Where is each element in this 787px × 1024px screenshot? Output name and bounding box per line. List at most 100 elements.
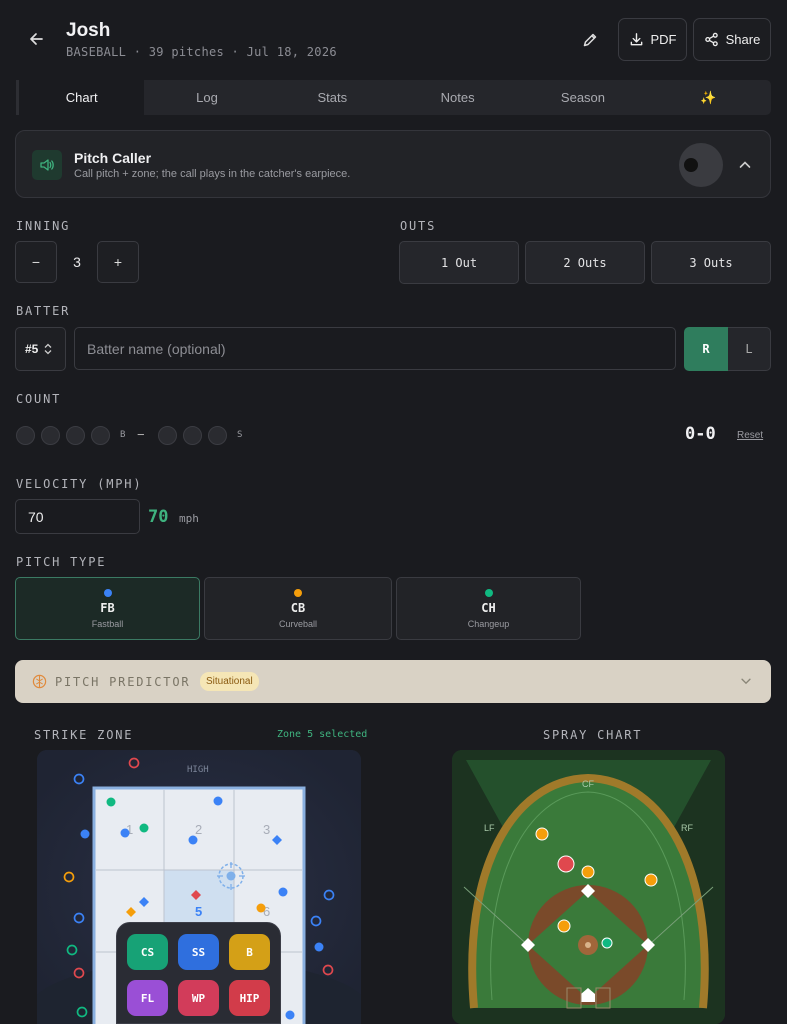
crosshair-icon bbox=[217, 862, 245, 890]
rf-label: RF bbox=[681, 823, 693, 833]
pitch-mark bbox=[310, 915, 322, 927]
batter-name-input[interactable] bbox=[74, 327, 676, 370]
pitch-mark bbox=[120, 828, 130, 838]
spray-chart[interactable]: CF LF RF bbox=[452, 750, 725, 1024]
hit-mark bbox=[581, 865, 595, 879]
changeup-color-dot bbox=[484, 589, 493, 597]
tab-stats[interactable]: Stats bbox=[270, 80, 395, 115]
strike-indicator[interactable] bbox=[208, 426, 227, 445]
lf-label: LF bbox=[484, 823, 495, 833]
back-arrow-icon[interactable] bbox=[24, 26, 50, 52]
inning-decrement-button[interactable]: − bbox=[15, 241, 57, 283]
count-value: 0-0 bbox=[685, 424, 716, 444]
strikes-label: S bbox=[237, 430, 243, 440]
pitch-type-code: FB bbox=[100, 601, 115, 615]
page-title: Josh bbox=[66, 20, 111, 41]
pitch-type-name: Fastball bbox=[91, 619, 124, 629]
pitch-mark bbox=[322, 964, 334, 976]
share-label: Share bbox=[725, 32, 761, 47]
pitch-result-tray: CS SS B FL WP HIP bbox=[116, 922, 281, 1024]
tab-chart[interactable]: Chart bbox=[16, 80, 145, 115]
spray-field-svg bbox=[452, 750, 725, 1024]
header: Josh BASEBALL · 39 pitches · Jul 18, 202… bbox=[0, 0, 787, 80]
velocity-label: VELOCITY (MPH) bbox=[16, 477, 143, 491]
pitch-mark bbox=[213, 796, 223, 806]
pitch-type-changeup[interactable]: CH Changeup bbox=[396, 577, 581, 640]
pitch-mark bbox=[128, 757, 140, 769]
inning-value: 3 bbox=[73, 254, 81, 270]
pitch-mark bbox=[73, 773, 85, 785]
strike-indicator[interactable] bbox=[183, 426, 202, 445]
pitch-mark bbox=[139, 823, 149, 833]
outs-2-button[interactable]: 2 Outs bbox=[525, 241, 645, 284]
result-hit-in-play-button[interactable]: HIP bbox=[229, 980, 270, 1016]
pitch-type-code: CH bbox=[481, 601, 496, 615]
pitch-mark bbox=[73, 967, 85, 979]
strike-indicator[interactable] bbox=[158, 426, 177, 445]
balls-label: B bbox=[120, 430, 126, 440]
pitch-predictor-panel[interactable]: PITCH PREDICTOR Situational bbox=[15, 660, 771, 703]
result-wild-pitch-button[interactable]: WP bbox=[178, 980, 219, 1016]
pitch-mark bbox=[272, 835, 282, 845]
page-subtitle: BASEBALL · 39 pitches · Jul 18, 2026 bbox=[66, 45, 337, 59]
chevron-up-icon[interactable] bbox=[737, 157, 753, 173]
bats-left-button[interactable]: L bbox=[728, 327, 771, 371]
zone-selected-text: Zone 5 selected bbox=[277, 729, 368, 740]
velocity-unit: mph bbox=[179, 512, 199, 525]
situational-badge: Situational bbox=[200, 672, 259, 691]
result-foul-button[interactable]: FL bbox=[127, 980, 168, 1016]
pitch-mark bbox=[188, 835, 198, 845]
pdf-label: PDF bbox=[650, 32, 677, 47]
pitch-mark bbox=[191, 890, 201, 900]
result-called-strike-button[interactable]: CS bbox=[127, 934, 168, 970]
pitch-mark bbox=[323, 889, 335, 901]
pitch-caller-title: Pitch Caller bbox=[74, 150, 152, 166]
tab-ai[interactable]: ✨ bbox=[646, 80, 771, 115]
fastball-color-dot bbox=[103, 589, 112, 597]
hit-mark bbox=[601, 937, 613, 949]
ball-indicator[interactable] bbox=[66, 426, 85, 445]
tab-log[interactable]: Log bbox=[144, 80, 269, 115]
pitch-caller-description: Call pitch + zone; the call plays in the… bbox=[74, 168, 351, 180]
bats-right-button[interactable]: R bbox=[684, 327, 728, 371]
ball-indicator[interactable] bbox=[41, 426, 60, 445]
hit-mark bbox=[535, 827, 549, 841]
velocity-display: 70 bbox=[148, 507, 169, 527]
share-icon bbox=[704, 32, 718, 47]
pdf-button[interactable]: PDF bbox=[618, 18, 687, 61]
count-reset-link[interactable]: Reset bbox=[737, 430, 763, 441]
pitch-type-name: Curveball bbox=[278, 619, 318, 629]
ball-indicator[interactable] bbox=[16, 426, 35, 445]
pitch-type-curveball[interactable]: CB Curveball bbox=[204, 577, 392, 640]
chevron-down-icon bbox=[741, 678, 751, 685]
pitch-mark bbox=[66, 944, 78, 956]
inning-label: INNING bbox=[16, 219, 71, 233]
batter-label: BATTER bbox=[16, 304, 71, 318]
outs-label: OUTS bbox=[400, 219, 437, 233]
spray-chart-label: SPRAY CHART bbox=[543, 728, 643, 742]
pitch-caller-toggle[interactable] bbox=[679, 143, 723, 187]
batter-number-select[interactable]: #5 bbox=[15, 327, 66, 371]
outs-3-button[interactable]: 3 Outs bbox=[651, 241, 771, 284]
tab-bar: Chart Log Stats Notes Season ✨ bbox=[16, 80, 771, 115]
inning-increment-button[interactable]: + bbox=[97, 241, 139, 283]
velocity-input[interactable] bbox=[15, 499, 140, 534]
pitch-mark bbox=[278, 887, 288, 897]
result-swinging-strike-button[interactable]: SS bbox=[178, 934, 219, 970]
tab-notes[interactable]: Notes bbox=[395, 80, 520, 115]
pitch-type-label: PITCH TYPE bbox=[16, 555, 107, 569]
pitch-predictor-title: PITCH PREDICTOR bbox=[55, 675, 191, 689]
result-ball-button[interactable]: B bbox=[229, 934, 270, 970]
cf-label: CF bbox=[582, 779, 594, 789]
hit-mark bbox=[644, 873, 658, 887]
outs-1-button[interactable]: 1 Out bbox=[399, 241, 519, 284]
pitch-caller-panel: Pitch Caller Call pitch + zone; the call… bbox=[15, 130, 771, 198]
updown-chevron-icon bbox=[44, 343, 52, 355]
pitch-type-fastball[interactable]: FB Fastball bbox=[15, 577, 200, 640]
pitch-mark bbox=[73, 912, 85, 924]
pitch-mark bbox=[314, 942, 324, 952]
share-button[interactable]: Share bbox=[693, 18, 771, 61]
tab-season[interactable]: Season bbox=[520, 80, 645, 115]
edit-pencil-icon[interactable] bbox=[572, 26, 608, 54]
ball-indicator[interactable] bbox=[91, 426, 110, 445]
